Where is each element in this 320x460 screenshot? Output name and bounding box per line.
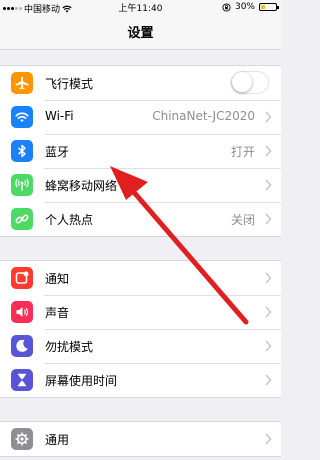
airplane-icon [11, 72, 33, 94]
settings-row-airplane-mode[interactable]: 飞行模式 [0, 66, 281, 100]
connectivity-group: 飞行模式 Wi-Fi ChinaNet-JC2020 蓝牙 打开 蜂窝移动网络 … [0, 65, 281, 237]
settings-row-label: 屏幕使用时间 [45, 374, 118, 388]
hotspot-icon [11, 208, 33, 230]
status-bar: 中国移动 上午11:40 30% [0, 0, 281, 15]
chevron-right-icon [265, 433, 272, 445]
page-title: 设置 [127, 26, 154, 41]
settings-row-label: 通用 [45, 433, 70, 447]
orientation-lock-icon [222, 2, 231, 12]
settings-row-label: 蓝牙 [45, 145, 70, 159]
settings-row-label: 勿扰模式 [45, 340, 94, 354]
nav-bar: 设置 [0, 14, 281, 50]
chevron-right-icon [265, 272, 272, 284]
settings-row-general[interactable]: 通用 [0, 422, 281, 456]
settings-row-bluetooth[interactable]: 蓝牙 打开 [0, 134, 281, 168]
bluetooth-icon [11, 140, 33, 162]
settings-row-do-not-disturb[interactable]: 勿扰模式 [0, 329, 281, 363]
settings-row-label: Wi-Fi [45, 109, 74, 123]
settings-row-label: 个人热点 [45, 213, 94, 227]
toggle-knob [232, 72, 252, 92]
notifications-group: 通知 声音 勿扰模式 屏幕使用时间 [0, 260, 281, 398]
do-not-disturb-icon [11, 335, 33, 357]
settings-row-cellular[interactable]: 蜂窝移动网络 [0, 168, 281, 202]
settings-row-sounds[interactable]: 声音 [0, 295, 281, 329]
chevron-right-icon [265, 111, 272, 123]
chevron-right-icon [265, 340, 272, 352]
settings-row-label: 蜂窝移动网络 [45, 179, 118, 193]
wifi-network-name: ChinaNet-JC2020 [152, 109, 255, 123]
battery-icon [259, 3, 279, 11]
settings-row-label: 通知 [45, 272, 70, 286]
chevron-right-icon [265, 179, 272, 191]
settings-row-label: 声音 [45, 306, 70, 320]
wifi-icon [11, 106, 33, 128]
sound-icon [11, 301, 33, 323]
battery-percent: 30% [234, 2, 255, 12]
status-right: 30% [222, 2, 279, 12]
chevron-right-icon [265, 306, 272, 318]
settings-row-personal-hotspot[interactable]: 个人热点 关闭 [0, 202, 281, 236]
gear-icon [11, 428, 33, 450]
airplane-mode-toggle[interactable] [231, 71, 269, 94]
settings-row-notifications[interactable]: 通知 [0, 261, 281, 295]
general-group: 通用 [0, 421, 281, 457]
notifications-icon [11, 267, 33, 289]
chevron-right-icon [265, 145, 272, 157]
settings-row-label: 飞行模式 [45, 77, 94, 91]
settings-row-screen-time[interactable]: 屏幕使用时间 [0, 363, 281, 397]
settings-row-wifi[interactable]: Wi-Fi ChinaNet-JC2020 [0, 100, 281, 134]
chevron-right-icon [265, 213, 272, 225]
cellular-icon [11, 174, 33, 196]
chevron-right-icon [265, 374, 272, 386]
screen-time-icon [11, 369, 33, 391]
hotspot-status: 关闭 [230, 213, 255, 227]
bluetooth-status: 打开 [230, 145, 255, 159]
